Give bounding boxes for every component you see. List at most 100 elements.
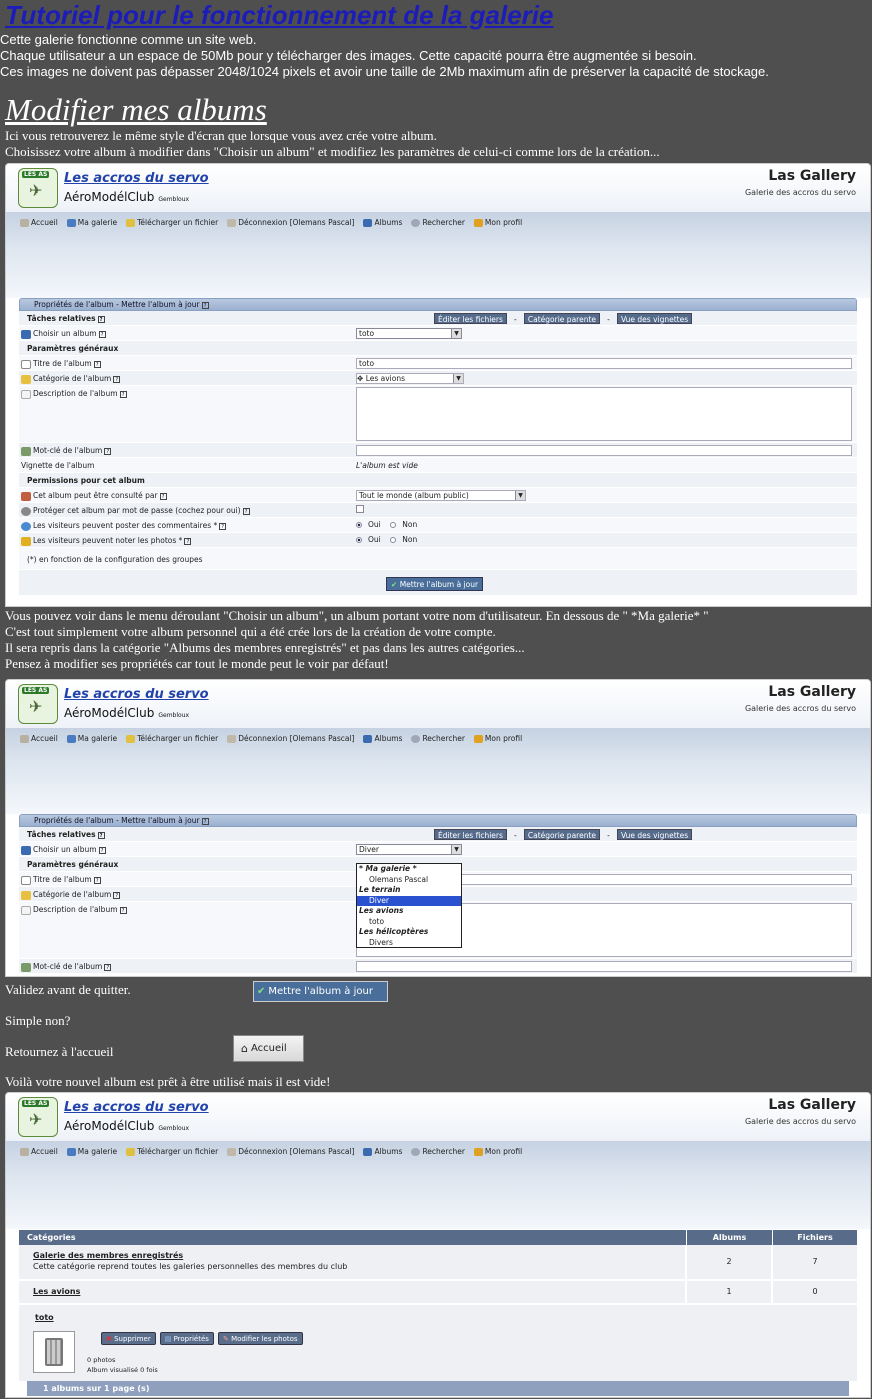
- nav-accueil[interactable]: Accueil: [20, 218, 58, 227]
- nav-deconnexion[interactable]: Déconnexion [Olemans Pascal]: [227, 734, 354, 743]
- row-motcle: Mot-clé de l'album?: [19, 443, 857, 458]
- help-icon[interactable]: ?: [104, 447, 112, 455]
- gallery-name: Las Gallery: [768, 168, 856, 184]
- nav-mon-profil[interactable]: Mon profil: [473, 218, 522, 227]
- label-proteger-text: Protéger cet album par mot de passe (coc…: [33, 506, 241, 515]
- parent-category-button[interactable]: Catégorie parente: [523, 313, 601, 324]
- album-title-input[interactable]: toto: [356, 358, 852, 369]
- nav-mon-profil[interactable]: Mon profil: [473, 1147, 522, 1156]
- help-icon[interactable]: ?: [184, 537, 192, 545]
- help-icon[interactable]: ?: [219, 522, 227, 530]
- edit-files-button[interactable]: Éditer les fichiers: [434, 313, 507, 324]
- help-icon[interactable]: ?: [97, 315, 105, 323]
- help-icon[interactable]: ?: [201, 817, 209, 825]
- update-album-button[interactable]: ✔ Mettre l'album à jour: [386, 577, 484, 591]
- nav-telecharger[interactable]: Télécharger un fichier: [126, 218, 218, 227]
- dropdown-option-selected[interactable]: Diver: [357, 895, 461, 906]
- nav-accueil[interactable]: Accueil: [20, 734, 58, 743]
- home-button-image[interactable]: ⌂ Accueil: [233, 1035, 304, 1062]
- album-dropdown-list[interactable]: * Ma galerie * Olemans Pascal Le terrain…: [356, 863, 462, 948]
- visibility-select[interactable]: Tout le monde (album public) ▼: [356, 490, 526, 501]
- rating-yes-radio[interactable]: [356, 537, 362, 543]
- dropdown-option[interactable]: toto: [357, 917, 461, 928]
- category-select[interactable]: ✥ Les avions ▼: [356, 373, 464, 384]
- nav-ma-galerie[interactable]: Ma galerie: [66, 1147, 117, 1156]
- help-icon[interactable]: ?: [104, 963, 112, 971]
- nav-telecharger[interactable]: Télécharger un fichier: [126, 1147, 218, 1156]
- panel-title: Propriétés de l'album - Mettre l'album à…: [34, 300, 200, 309]
- task-links-row: Éditer les fichiers - Catégorie parente …: [434, 829, 693, 840]
- category-link[interactable]: Galerie des membres enregistrés: [33, 1250, 685, 1261]
- return-text: Retournez à l'accueil: [5, 1044, 114, 1059]
- nav-deconnexion[interactable]: Déconnexion [Olemans Pascal]: [227, 218, 354, 227]
- upload-icon: [126, 218, 136, 227]
- help-icon[interactable]: ?: [159, 492, 167, 500]
- help-icon[interactable]: ?: [93, 360, 101, 368]
- album-thumbnail[interactable]: [33, 1331, 75, 1373]
- brand-title[interactable]: Les accros du servo: [64, 687, 209, 702]
- intro-line: Cette galerie fonctionne comme un site w…: [0, 32, 257, 47]
- row-proteger: Protéger cet album par mot de passe (coc…: [19, 503, 857, 518]
- nav-albums[interactable]: Albums: [363, 734, 402, 743]
- nav-rechercher[interactable]: Rechercher: [411, 734, 465, 743]
- password-checkbox[interactable]: [356, 505, 364, 513]
- help-icon[interactable]: ?: [98, 846, 106, 854]
- field-proteger: [356, 505, 857, 516]
- label-titre: Titre de l'album?: [21, 359, 101, 369]
- nav-deconnexion[interactable]: Déconnexion [Olemans Pascal]: [227, 1147, 354, 1156]
- help-icon[interactable]: ?: [97, 831, 105, 839]
- para1-line: Ici vous retrouverez le même style d'écr…: [5, 128, 437, 143]
- logo-badge: LES AS: [22, 1100, 50, 1107]
- nav-accueil[interactable]: Accueil: [20, 1147, 58, 1156]
- label-motcle: Mot-clé de l'album?: [21, 446, 112, 456]
- help-icon[interactable]: ?: [201, 301, 209, 309]
- nav-mon-profil[interactable]: Mon profil: [473, 734, 522, 743]
- help-icon[interactable]: ?: [119, 906, 127, 914]
- nav-albums[interactable]: Albums: [363, 1147, 402, 1156]
- keyword-input[interactable]: [356, 961, 852, 972]
- help-icon[interactable]: ?: [93, 876, 101, 884]
- nav-ma-galerie[interactable]: Ma galerie: [66, 218, 117, 227]
- rating-no-radio[interactable]: [390, 537, 397, 543]
- parent-category-button[interactable]: Catégorie parente: [523, 829, 601, 840]
- validate-button-image[interactable]: ✔ Mettre l'album à jour: [253, 981, 388, 1002]
- club-logo: LES AS ✈: [18, 1097, 58, 1137]
- nav-albums[interactable]: Albums: [363, 218, 402, 227]
- row-choisir: Choisir un album? Diver ▼: [19, 842, 857, 857]
- row-noter: Les visiteurs peuvent noter les photos *…: [19, 533, 857, 548]
- field-commentaires: Oui Non: [356, 520, 857, 531]
- row-params: Paramètres généraux: [19, 341, 857, 356]
- nav-rechercher[interactable]: Rechercher: [411, 218, 465, 227]
- help-icon[interactable]: ?: [113, 375, 121, 383]
- comments-no-radio[interactable]: [390, 522, 397, 528]
- album-link[interactable]: toto: [35, 1313, 54, 1322]
- comments-yes-radio[interactable]: [356, 522, 362, 528]
- nav-rechercher[interactable]: Rechercher: [411, 1147, 465, 1156]
- club-logo: LES AS ✈: [18, 684, 58, 724]
- description-textarea[interactable]: [356, 387, 852, 441]
- dropdown-option[interactable]: Divers: [357, 938, 461, 949]
- help-icon[interactable]: ?: [113, 891, 121, 899]
- delete-button[interactable]: ✖ Supprimer: [101, 1332, 156, 1345]
- album-select[interactable]: toto ▼: [356, 328, 462, 339]
- help-icon[interactable]: ?: [98, 330, 106, 338]
- groups-note: (*) en fonction de la configuration des …: [27, 555, 203, 564]
- nav-telecharger[interactable]: Télécharger un fichier: [126, 734, 218, 743]
- dropdown-option[interactable]: Olemans Pascal: [357, 875, 461, 886]
- edit-files-button[interactable]: Éditer les fichiers: [434, 829, 507, 840]
- thumbnails-view-button[interactable]: Vue des vignettes: [617, 829, 693, 840]
- nav-label: Accueil: [31, 218, 58, 227]
- category-link[interactable]: Les avions: [33, 1287, 685, 1296]
- nav-ma-galerie[interactable]: Ma galerie: [66, 734, 117, 743]
- album-block: toto ✖ Supprimer ▤ Propriétés ✎ Modifier l…: [19, 1305, 857, 1381]
- help-icon[interactable]: ?: [242, 507, 250, 515]
- edit-photos-button[interactable]: ✎ Modifier les photos: [217, 1332, 303, 1345]
- brand-title[interactable]: Les accros du servo: [64, 171, 209, 186]
- properties-button[interactable]: ▤ Propriétés: [159, 1332, 214, 1345]
- album-select[interactable]: Diver ▼: [356, 844, 462, 855]
- brand-title[interactable]: Les accros du servo: [64, 1100, 209, 1115]
- keyword-input[interactable]: [356, 445, 852, 456]
- para2-line: Il sera repris dans la catégorie "Albums…: [5, 640, 525, 655]
- thumbnails-view-button[interactable]: Vue des vignettes: [617, 313, 693, 324]
- help-icon[interactable]: ?: [119, 390, 127, 398]
